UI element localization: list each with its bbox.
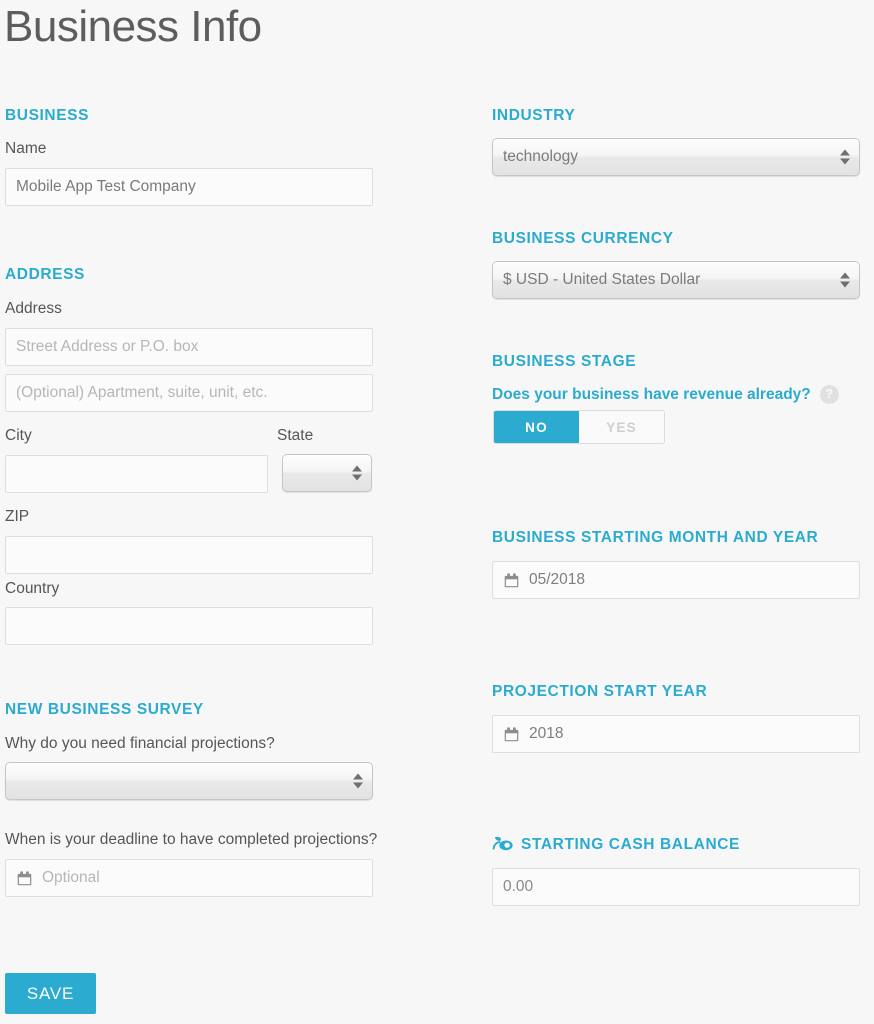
projection-start-year-input[interactable]: 2018 [492, 715, 860, 753]
industry-select[interactable]: technology [492, 138, 860, 176]
survey-section-heading: NEW BUSINESS SURVEY [5, 701, 204, 719]
industry-heading-label: INDUSTRY [492, 107, 576, 124]
currency-section-heading: BUSINESS CURRENCY [492, 230, 674, 248]
survey-why-select[interactable] [5, 762, 373, 800]
address-heading-label: ADDRESS [5, 266, 85, 283]
starting-cash-input[interactable] [492, 868, 860, 906]
survey-why-label: Why do you need financial projections? [5, 735, 275, 752]
start-month-year-value: 05/2018 [529, 571, 586, 588]
projection-start-year-value: 2018 [529, 725, 564, 742]
address-section-heading: ADDRESS [5, 266, 85, 284]
state-select[interactable] [282, 454, 372, 492]
calendar-icon [503, 572, 520, 589]
stage-question-label: Does your business have revenue already? [492, 385, 811, 403]
starting-cash-section-heading: STARTING CASH BALANCE [492, 836, 740, 854]
business-heading-label: BUSINESS [5, 107, 90, 124]
address-field-label: Address [5, 300, 62, 317]
survey-deadline-date-input[interactable]: Optional [5, 859, 373, 897]
spinner-arrows-icon [352, 465, 362, 481]
currency-select-value: $ USD - United States Dollar [503, 271, 701, 288]
calendar-icon [503, 726, 520, 743]
state-label: State [277, 427, 314, 444]
spinner-arrows-icon [353, 773, 363, 789]
projection-start-year-heading-label: PROJECTION START YEAR [492, 683, 708, 700]
business-name-input[interactable] [5, 168, 373, 206]
survey-deadline-label: When is your deadline to have completed … [5, 831, 378, 848]
country-input[interactable] [5, 607, 373, 645]
street-address-input[interactable] [5, 328, 373, 366]
starting-cash-heading-label: STARTING CASH BALANCE [521, 836, 740, 853]
business-info-page: Business Info BUSINESS Name ADDRESS Addr… [0, 0, 874, 1024]
revenue-toggle-option-no[interactable]: NO [494, 411, 579, 443]
city-label: City [5, 427, 32, 444]
zip-input[interactable] [5, 536, 373, 574]
apartment-suite-input[interactable] [5, 374, 373, 412]
revenue-toggle[interactable]: NO YES [493, 410, 665, 444]
save-button[interactable]: SAVE [5, 973, 96, 1014]
currency-select[interactable]: $ USD - United States Dollar [492, 261, 860, 299]
spinner-arrows-icon [840, 272, 850, 288]
start-month-year-section-heading: BUSINESS STARTING MONTH AND YEAR [492, 529, 818, 547]
industry-section-heading: INDUSTRY [492, 107, 575, 125]
business-section-heading: BUSINESS [5, 107, 89, 125]
start-month-year-heading-label: BUSINESS STARTING MONTH AND YEAR [492, 529, 819, 546]
help-circle-icon[interactable]: ? [819, 385, 839, 404]
survey-deadline-value: Optional [42, 869, 100, 886]
sprout-icon [492, 836, 514, 854]
country-label: Country [5, 580, 60, 597]
stage-section-heading: BUSINESS STAGE [492, 353, 636, 371]
start-month-year-input[interactable]: 05/2018 [492, 561, 860, 599]
revenue-toggle-option-yes[interactable]: YES [579, 411, 664, 443]
currency-heading-label: BUSINESS CURRENCY [492, 230, 674, 247]
stage-heading-label: BUSINESS STAGE [492, 353, 637, 370]
zip-label: ZIP [5, 508, 30, 525]
projection-start-year-section-heading: PROJECTION START YEAR [492, 683, 707, 701]
city-input[interactable] [5, 455, 268, 493]
industry-select-value: technology [503, 148, 578, 165]
page-title: Business Info [4, 2, 262, 51]
stage-question-row: Does your business have revenue already?… [492, 385, 839, 404]
calendar-icon [16, 870, 33, 887]
survey-heading-label: NEW BUSINESS SURVEY [5, 701, 204, 718]
spinner-arrows-icon [840, 149, 850, 165]
business-name-label: Name [5, 140, 47, 157]
